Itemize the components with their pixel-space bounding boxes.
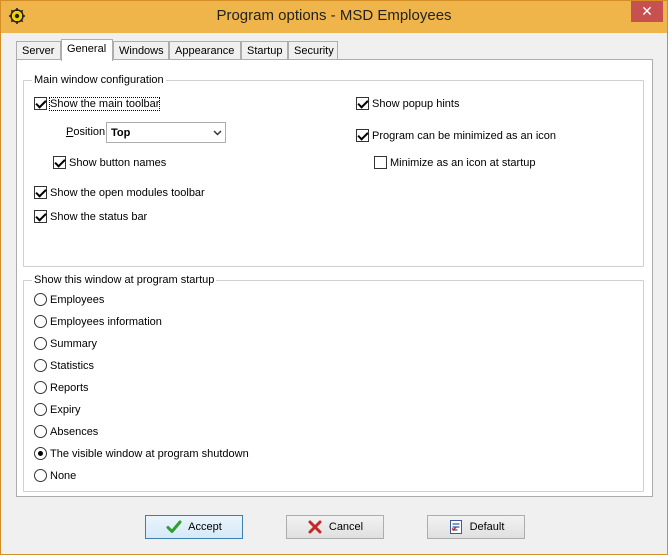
- tab-security[interactable]: Security: [288, 41, 338, 60]
- close-button[interactable]: ✕: [631, 1, 663, 22]
- checkbox-box[interactable]: [374, 156, 387, 169]
- radio-circle[interactable]: [34, 293, 47, 306]
- startup-window-group: Show this window at program startup Empl…: [23, 274, 644, 492]
- position-label: Position: [66, 126, 106, 138]
- radio-reports-label: Reports: [50, 381, 89, 394]
- tab-appearance[interactable]: Appearance: [169, 41, 241, 60]
- minimize-at-startup-checkbox[interactable]: Minimize as an icon at startup: [374, 156, 536, 169]
- position-label-rest: osition: [73, 126, 106, 138]
- show-open-modules-toolbar-label: Show the open modules toolbar: [50, 186, 205, 199]
- radio-expiry[interactable]: Expiry: [34, 403, 81, 416]
- cancel-button[interactable]: Cancel: [286, 515, 384, 539]
- radio-circle[interactable]: [34, 447, 47, 460]
- radio-circle[interactable]: [34, 337, 47, 350]
- show-button-names-label: Show button names: [69, 156, 167, 169]
- default-button-label: Default: [469, 521, 505, 533]
- radio-visible-window-at-shutdown-label: The visible window at program shutdown: [50, 447, 249, 460]
- document-checklist-icon: [449, 520, 462, 534]
- radio-employees[interactable]: Employees: [34, 293, 104, 306]
- window-title: Program options - MSD Employees: [216, 7, 452, 24]
- radio-circle[interactable]: [34, 403, 47, 416]
- checkbox-box[interactable]: [356, 97, 369, 110]
- checkmark-icon: [166, 520, 182, 533]
- position-value: Top: [111, 126, 131, 139]
- show-popup-hints-checkbox[interactable]: Show popup hints: [356, 97, 459, 110]
- chevron-down-icon[interactable]: [209, 123, 225, 142]
- radio-circle[interactable]: [34, 425, 47, 438]
- checkbox-box[interactable]: [34, 186, 47, 199]
- radio-visible-window-at-shutdown[interactable]: The visible window at program shutdown: [34, 447, 249, 460]
- tab-server[interactable]: Server: [16, 41, 61, 60]
- title-bar[interactable]: Program options - MSD Employees ✕: [1, 1, 667, 33]
- default-button[interactable]: Default: [427, 515, 525, 539]
- radio-absences-label: Absences: [50, 425, 99, 438]
- minimizable-as-icon-label: Program can be minimized as an icon: [372, 129, 557, 142]
- main-window-config-group: Main window configuration Show the main …: [23, 74, 644, 267]
- radio-reports[interactable]: Reports: [34, 381, 89, 394]
- minimizable-as-icon-checkbox[interactable]: Program can be minimized as an icon: [356, 129, 556, 142]
- radio-summary-label: Summary: [50, 337, 98, 350]
- show-main-toolbar-checkbox[interactable]: Show the main toolbar: [34, 96, 161, 111]
- radio-statistics[interactable]: Statistics: [34, 359, 94, 372]
- show-open-modules-toolbar-checkbox[interactable]: Show the open modules toolbar: [34, 186, 205, 199]
- close-icon: ✕: [641, 3, 653, 19]
- minimize-at-startup-label: Minimize as an icon at startup: [390, 156, 536, 169]
- radio-employees-information[interactable]: Employees information: [34, 315, 162, 328]
- tab-startup[interactable]: Startup: [241, 41, 288, 60]
- position-dropdown[interactable]: Top: [106, 122, 226, 143]
- radio-circle[interactable]: [34, 381, 47, 394]
- tab-general[interactable]: General: [61, 39, 113, 61]
- show-main-toolbar-label: Show the main toolbar: [48, 96, 161, 111]
- show-status-bar-label: Show the status bar: [50, 210, 148, 223]
- radio-none[interactable]: None: [34, 469, 76, 482]
- checkbox-box[interactable]: [34, 97, 47, 110]
- general-tab-panel: Main window configuration Show the main …: [16, 59, 653, 497]
- accept-button[interactable]: Accept: [145, 515, 243, 539]
- radio-none-label: None: [50, 469, 77, 482]
- radio-circle[interactable]: [34, 359, 47, 372]
- radio-expiry-label: Expiry: [50, 403, 81, 416]
- show-popup-hints-label: Show popup hints: [372, 97, 460, 110]
- radio-employees-label: Employees: [50, 293, 105, 306]
- accept-button-label: Accept: [188, 521, 222, 533]
- checkbox-box[interactable]: [53, 156, 66, 169]
- radio-employees-information-label: Employees information: [50, 315, 162, 328]
- radio-circle[interactable]: [34, 469, 47, 482]
- radio-summary[interactable]: Summary: [34, 337, 97, 350]
- show-button-names-checkbox[interactable]: Show button names: [53, 156, 166, 169]
- checkbox-box[interactable]: [356, 129, 369, 142]
- radio-circle[interactable]: [34, 315, 47, 328]
- x-icon: [308, 520, 322, 534]
- cancel-button-label: Cancel: [328, 521, 364, 533]
- checkbox-box[interactable]: [34, 210, 47, 223]
- dialog-client-area: Server General Windows Appearance Startu…: [8, 33, 660, 547]
- tab-windows[interactable]: Windows: [113, 41, 169, 60]
- show-status-bar-checkbox[interactable]: Show the status bar: [34, 210, 147, 223]
- main-window-config-legend: Main window configuration: [32, 74, 166, 86]
- radio-statistics-label: Statistics: [50, 359, 95, 372]
- startup-window-legend: Show this window at program startup: [32, 274, 217, 286]
- radio-absences[interactable]: Absences: [34, 425, 98, 438]
- options-window: Program options - MSD Employees ✕ Server…: [0, 0, 668, 555]
